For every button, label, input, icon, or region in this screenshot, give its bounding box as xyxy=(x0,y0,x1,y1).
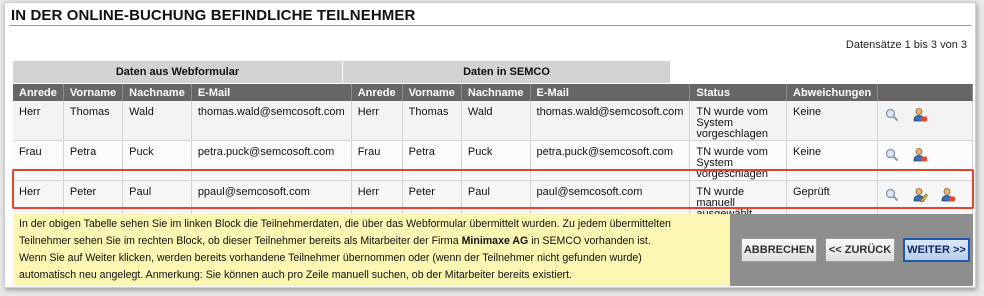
table-header-row: Anrede Vorname Nachname E-Mail Anrede Vo… xyxy=(13,84,973,101)
cell-status: TN wurde vom System vorgeschlagen xyxy=(689,140,787,181)
participants-table: Anrede Vorname Nachname E-Mail Anrede Vo… xyxy=(13,84,973,221)
col-header: Status xyxy=(689,84,787,101)
cell-actions xyxy=(877,140,973,181)
next-button[interactable]: WEITER >> xyxy=(903,238,970,262)
info-text-box: In der obigen Tabelle sehen Sie im linke… xyxy=(13,214,730,286)
cell-web-email: thomas.wald@semcosoft.com xyxy=(191,101,352,141)
cell-semco-email: petra.puck@semcosoft.com xyxy=(530,140,691,181)
info-line: Wenn Sie auf Weiter klicken, werden bere… xyxy=(19,252,642,264)
group-header-row: Daten aus Webformular Daten in SEMCO xyxy=(13,61,671,83)
cell-semco-vorname: Thomas xyxy=(402,101,462,141)
back-button[interactable]: << ZURÜCK xyxy=(825,238,895,262)
col-header: Anrede xyxy=(351,84,403,101)
button-panel: ABBRECHEN << ZURÜCK WEITER >> xyxy=(730,214,973,286)
cell-abweichungen: Keine xyxy=(786,101,879,141)
cell-actions xyxy=(877,101,973,141)
cancel-button[interactable]: ABBRECHEN xyxy=(741,238,817,262)
info-text: in SEMCO vorhanden ist. xyxy=(528,235,651,247)
cell-web-email: petra.puck@semcosoft.com xyxy=(191,140,352,181)
col-header: E-Mail xyxy=(530,84,691,101)
user-icon[interactable] xyxy=(940,187,956,203)
main-panel: IN DER ONLINE-BUCHUNG BEFINDLICHE TEILNE… xyxy=(4,2,976,288)
info-text: Teilnehmer sehen Sie im rechten Block, o… xyxy=(19,235,462,247)
col-header: Vorname xyxy=(63,84,124,101)
user-icon[interactable] xyxy=(912,147,928,163)
cell-web-vorname: Thomas xyxy=(63,101,124,141)
records-info: Datensätze 1 bis 3 von 3 xyxy=(845,39,967,51)
magnifier-icon[interactable] xyxy=(884,147,900,163)
col-header: Vorname xyxy=(402,84,462,101)
magnifier-icon[interactable] xyxy=(884,107,900,123)
user-icon[interactable] xyxy=(912,107,928,123)
cell-abweichungen: Keine xyxy=(786,140,879,181)
col-header: E-Mail xyxy=(191,84,352,101)
col-header: Nachname xyxy=(461,84,531,101)
cell-semco-email: thomas.wald@semcosoft.com xyxy=(530,101,691,141)
cell-semco-anrede: Frau xyxy=(351,140,403,181)
magnifier-icon[interactable] xyxy=(884,187,900,203)
col-header: Anrede xyxy=(13,84,64,101)
cell-semco-nachname: Wald xyxy=(461,101,531,141)
info-line: Teilnehmer sehen Sie im rechten Block, o… xyxy=(19,233,724,250)
cell-web-anrede: Frau xyxy=(13,140,64,181)
group-semco: Daten in SEMCO xyxy=(343,61,671,83)
col-header: Nachname xyxy=(122,84,192,101)
cell-web-nachname: Puck xyxy=(122,140,192,181)
title-divider xyxy=(9,25,971,26)
table-row: Herr Thomas Wald thomas.wald@semcosoft.c… xyxy=(13,101,973,141)
page-title: IN DER ONLINE-BUCHUNG BEFINDLICHE TEILNE… xyxy=(11,7,416,24)
cell-semco-vorname: Petra xyxy=(402,140,462,181)
info-line: automatisch neu angelegt. Anmerkung: Sie… xyxy=(19,269,572,281)
group-webform: Daten aus Webformular xyxy=(13,61,343,83)
company-name: Minimaxe AG xyxy=(461,235,529,247)
col-header: Abweichungen xyxy=(786,84,879,101)
col-header xyxy=(877,84,973,101)
cell-semco-nachname: Puck xyxy=(461,140,531,181)
table-row: Frau Petra Puck petra.puck@semcosoft.com… xyxy=(13,140,973,181)
user-edit-icon[interactable] xyxy=(912,187,929,203)
cell-web-anrede: Herr xyxy=(13,101,64,141)
cell-web-nachname: Wald xyxy=(122,101,192,141)
cell-web-vorname: Petra xyxy=(63,140,124,181)
cell-status: TN wurde vom System vorgeschlagen xyxy=(689,101,787,141)
cell-semco-anrede: Herr xyxy=(351,101,403,141)
info-line: In der obigen Tabelle sehen Sie im linke… xyxy=(19,218,671,230)
